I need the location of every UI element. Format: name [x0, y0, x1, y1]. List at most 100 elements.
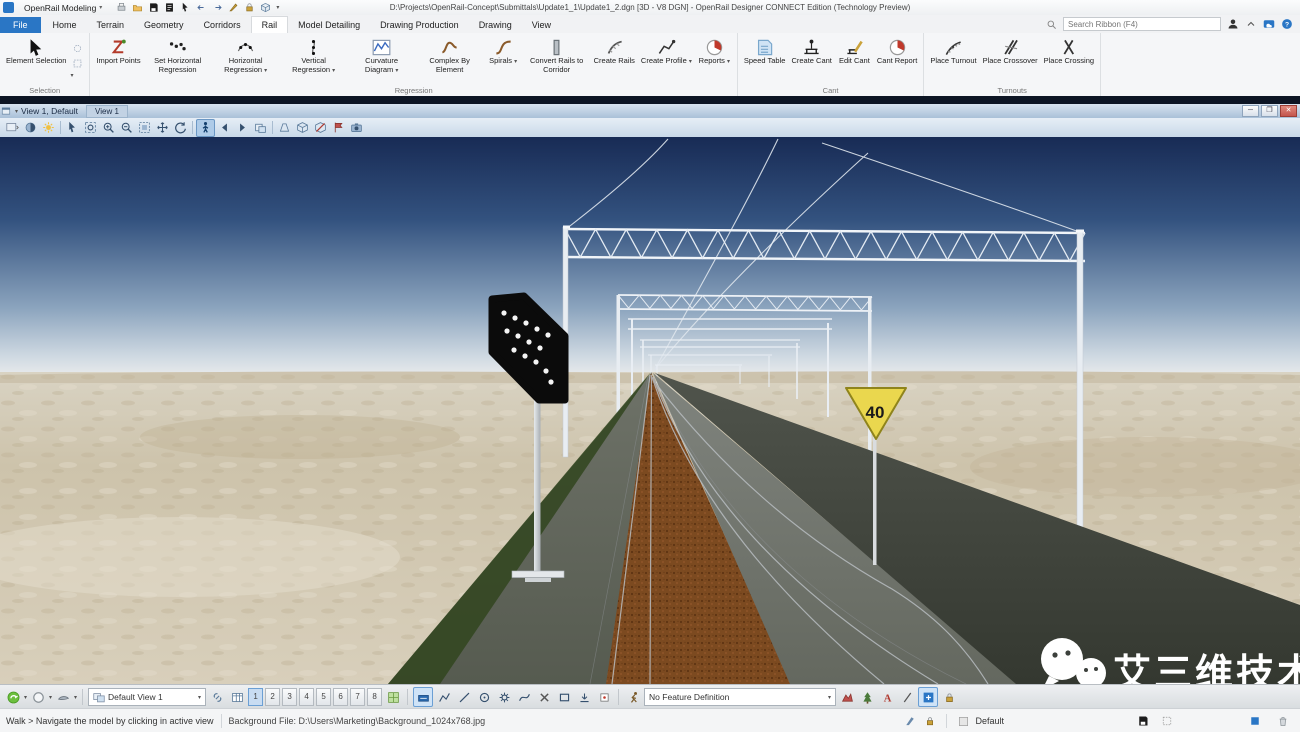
tree-icon[interactable]	[858, 688, 876, 706]
status-arrow-icon[interactable]	[901, 713, 919, 729]
zoom-out-icon[interactable]	[118, 120, 135, 136]
tab-home[interactable]: Home	[43, 17, 87, 33]
selection-more-icon[interactable]: ▾	[70, 72, 85, 79]
next-view-icon[interactable]	[234, 120, 251, 136]
tab-rail[interactable]: Rail	[251, 16, 289, 33]
set-horizontal-regression-button[interactable]: Set Horizontal Regression	[144, 35, 212, 85]
tab-drawing-production[interactable]: Drawing Production	[370, 17, 469, 33]
link-icon[interactable]	[208, 688, 226, 706]
tab-drawing[interactable]: Drawing	[469, 17, 522, 33]
walk-mode-icon[interactable]	[4, 688, 22, 706]
save-status-icon[interactable]	[1134, 713, 1152, 729]
brightness-icon[interactable]	[40, 120, 57, 136]
place-crossover-button[interactable]: Place Crossover	[980, 35, 1041, 85]
view-menu-icon[interactable]	[0, 105, 12, 118]
status-blue-icon[interactable]	[1246, 713, 1264, 729]
display-style-icon[interactable]	[22, 120, 39, 136]
spirals-button[interactable]: Spirals ▾	[484, 35, 523, 85]
complex-by-element-button[interactable]: Complex By Element	[416, 35, 484, 85]
create-profile-button[interactable]: Create Profile ▾	[638, 35, 695, 85]
create-cant-button[interactable]: Create Cant	[788, 35, 834, 85]
view-toggle-7[interactable]: 7	[350, 688, 365, 706]
explorer-icon[interactable]	[918, 687, 938, 707]
terrain-icon[interactable]	[838, 688, 856, 706]
active-level[interactable]: Default	[954, 713, 1004, 729]
place-crossing-button[interactable]: Place Crossing	[1041, 35, 1097, 85]
view-toggle-3[interactable]: 3	[282, 688, 297, 706]
view-group-selector[interactable]: Default View 1 ▾	[88, 688, 206, 706]
view-window-titlebar[interactable]: ▾ View 1, Default View 1 ─ ❐ ✕	[0, 104, 1300, 119]
clip-volume-icon[interactable]	[294, 120, 311, 136]
fence-icon[interactable]	[70, 57, 85, 70]
open-folder-icon[interactable]	[130, 1, 145, 14]
cube-icon[interactable]	[258, 1, 273, 14]
view-toggle-5[interactable]: 5	[316, 688, 331, 706]
zoom-in-icon[interactable]	[100, 120, 117, 136]
properties-icon[interactable]	[595, 688, 613, 706]
undo-icon[interactable]	[194, 1, 209, 14]
place-curve-icon[interactable]	[515, 688, 533, 706]
pointer-icon[interactable]	[178, 1, 193, 14]
view-toggle-6[interactable]: 6	[333, 688, 348, 706]
horizontal-regression-button[interactable]: Horizontal Regression ▾	[212, 35, 280, 85]
feature-definition-selector[interactable]: No Feature Definition ▾	[644, 688, 836, 706]
view-perspective-icon[interactable]	[276, 120, 293, 136]
print-icon[interactable]	[114, 1, 129, 14]
speed-table-button[interactable]: Speed Table	[741, 35, 789, 85]
place-turnout-button[interactable]: Place Turnout	[927, 35, 979, 85]
convert-rails-to-corridor-button[interactable]: Convert Rails to Corridor	[523, 35, 591, 85]
window-area-icon[interactable]	[136, 120, 153, 136]
redo-icon[interactable]	[210, 1, 225, 14]
view-display-icon[interactable]	[4, 120, 21, 136]
apply-view-icon[interactable]	[384, 688, 402, 706]
view-toggle-8[interactable]: 8	[367, 688, 382, 706]
orbit-icon[interactable]	[29, 688, 47, 706]
search-input[interactable]	[1063, 17, 1221, 31]
quick-access-more-icon[interactable]: ▾	[276, 4, 279, 11]
lock-toggle-icon[interactable]	[940, 688, 958, 706]
create-rails-button[interactable]: Create Rails	[591, 35, 638, 85]
tab-model-detailing[interactable]: Model Detailing	[288, 17, 370, 33]
running-man-icon[interactable]	[624, 688, 642, 706]
vertical-regression-button[interactable]: Vertical Regression ▾	[280, 35, 348, 85]
connect-cloud-icon[interactable]	[1261, 18, 1276, 31]
rotate-view-icon[interactable]	[172, 120, 189, 136]
table-icon[interactable]	[228, 688, 246, 706]
help-icon[interactable]: ?	[1279, 18, 1294, 31]
view-tab[interactable]: View 1	[86, 105, 128, 118]
minimize-ribbon-icon[interactable]	[1243, 18, 1258, 31]
accudraw-icon[interactable]	[413, 687, 433, 707]
copy-view-icon[interactable]	[252, 120, 269, 136]
camera-icon[interactable]	[348, 120, 365, 136]
view-toggle-2[interactable]: 2	[265, 688, 280, 706]
annotation-icon[interactable]: A	[878, 688, 896, 706]
trash-icon[interactable]	[1274, 713, 1292, 729]
pan-icon[interactable]	[154, 120, 171, 136]
place-line-icon[interactable]	[455, 688, 473, 706]
cant-report-button[interactable]: Cant Report	[874, 35, 920, 85]
extended-select-icon[interactable]	[70, 42, 85, 55]
save-icon[interactable]	[146, 1, 161, 14]
status-lock-icon[interactable]	[921, 713, 939, 729]
view-restore-button[interactable]: ❐	[1261, 105, 1278, 117]
slash-icon[interactable]	[898, 688, 916, 706]
selection-set-icon[interactable]	[1158, 713, 1176, 729]
view-minimize-button[interactable]: ─	[1242, 105, 1259, 117]
walk-icon[interactable]	[196, 119, 215, 137]
edit-cant-button[interactable]: Edit Cant	[835, 35, 874, 85]
curvature-diagram-button[interactable]: Curvature Diagram ▾	[348, 35, 416, 85]
chevron-down-icon[interactable]: ▾	[74, 694, 77, 701]
tab-geometry[interactable]: Geometry	[134, 17, 194, 33]
fit-view-icon[interactable]	[82, 120, 99, 136]
import-points-button[interactable]: Import Points	[93, 35, 143, 85]
view-toggle-4[interactable]: 4	[299, 688, 314, 706]
clip-mask-icon[interactable]	[312, 120, 329, 136]
place-smartline-icon[interactable]	[435, 688, 453, 706]
snap-gear-icon[interactable]	[495, 688, 513, 706]
tab-view[interactable]: View	[522, 17, 561, 33]
tab-terrain[interactable]: Terrain	[87, 17, 135, 33]
chevron-down-icon[interactable]: ▾	[24, 694, 27, 701]
compress-icon[interactable]	[162, 1, 177, 14]
fly-icon[interactable]	[54, 688, 72, 706]
view-close-button[interactable]: ✕	[1280, 105, 1297, 117]
